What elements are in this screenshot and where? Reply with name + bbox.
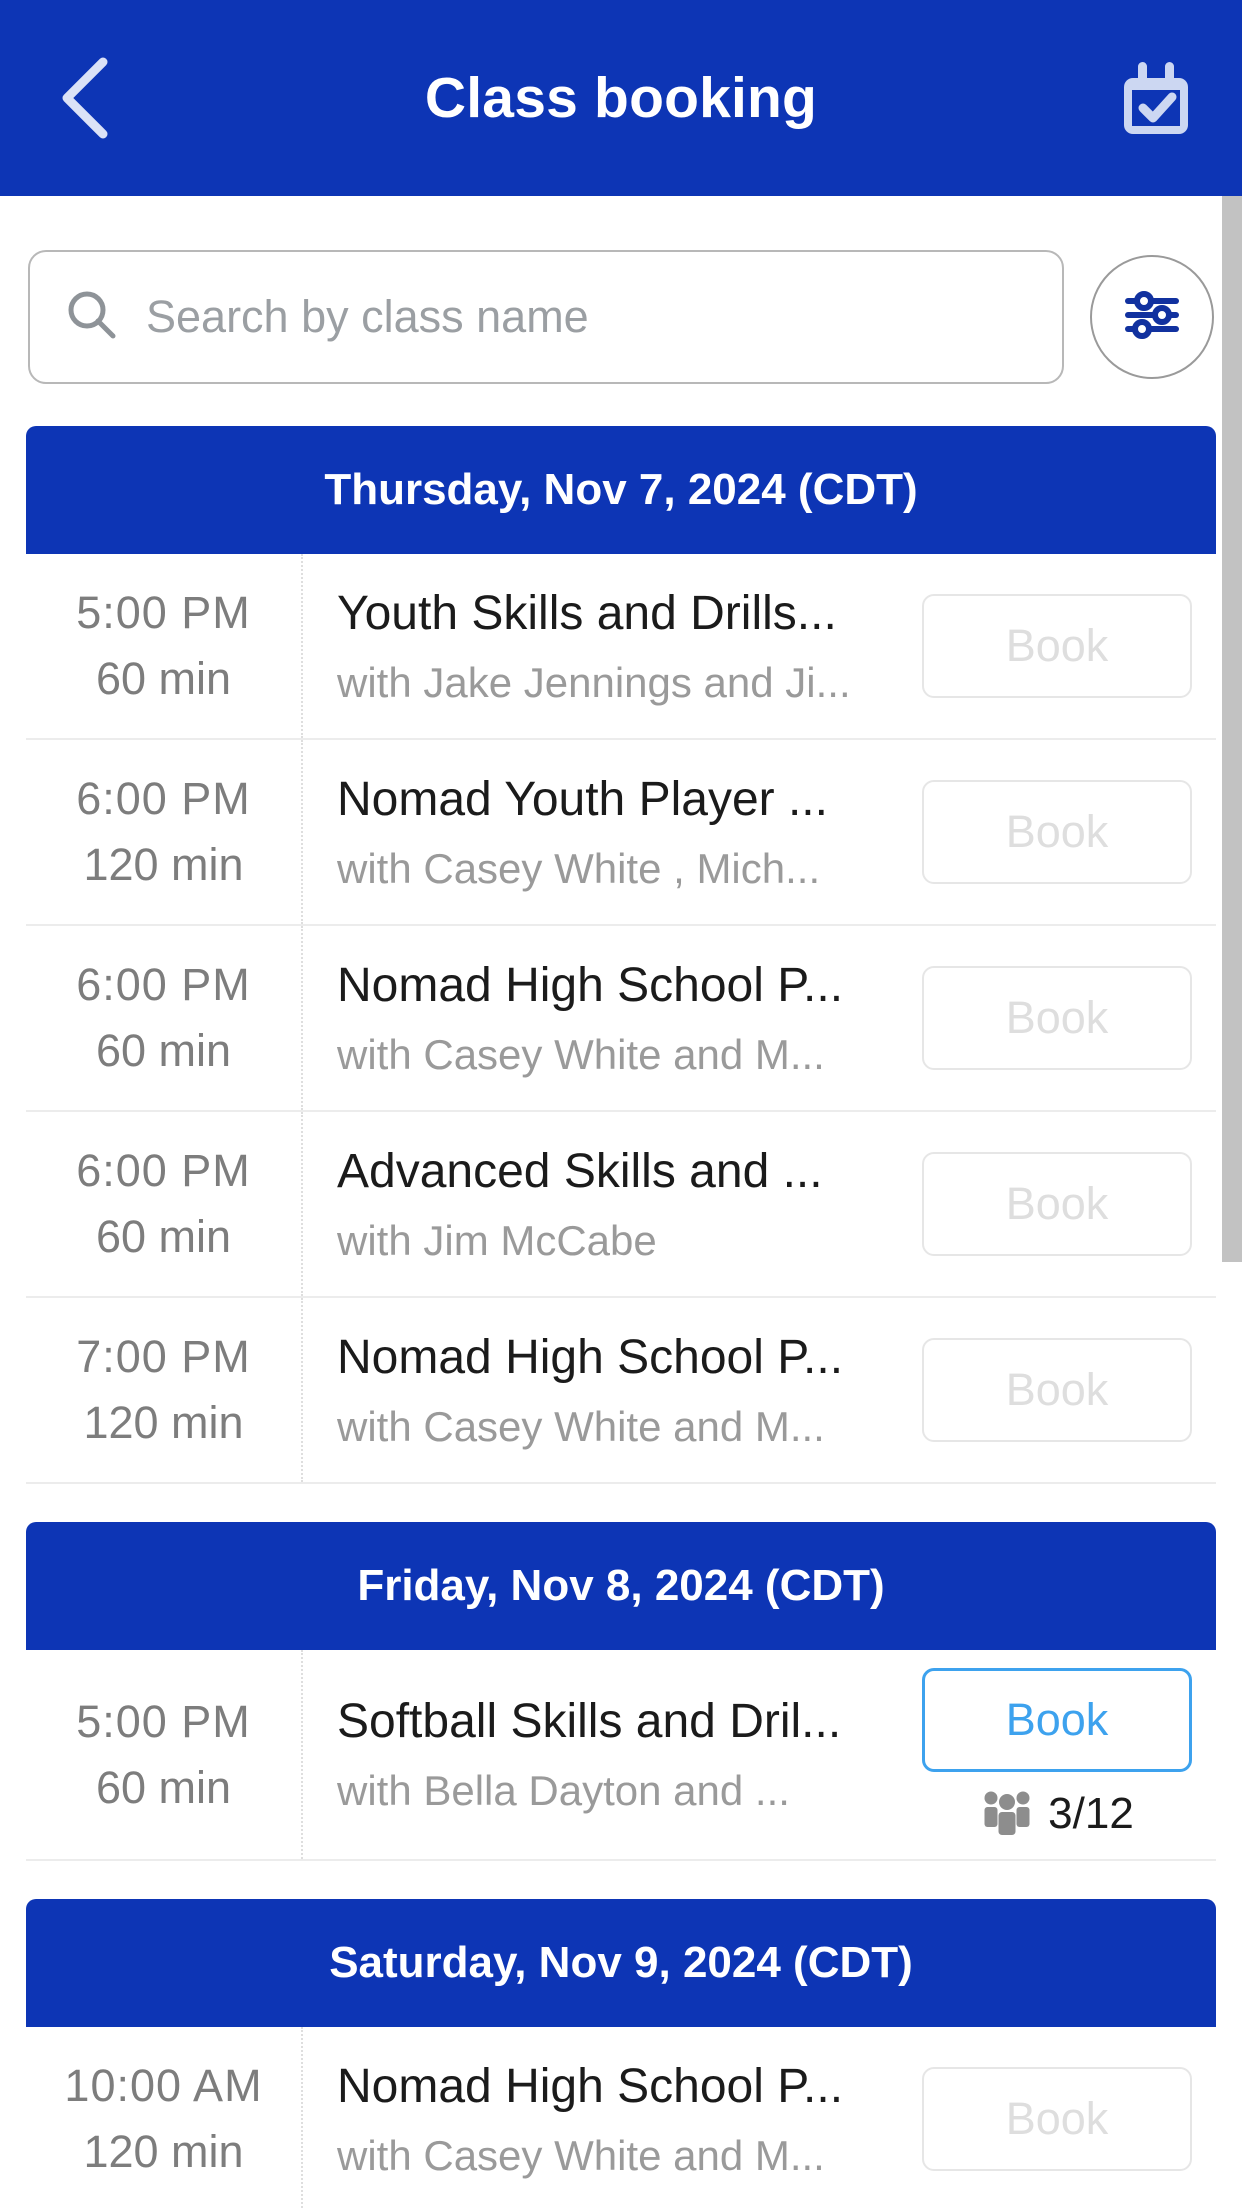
class-start-time: 6:00 PM [76,959,251,1010]
book-button: Book [922,1338,1192,1442]
search-placeholder: Search by class name [146,291,589,342]
chevron-left-icon [55,54,113,142]
class-duration: 60 min [95,653,232,704]
class-action-cell: Book [916,740,1216,924]
class-duration: 60 min [95,1211,232,1262]
book-button: Book [922,594,1192,698]
class-action-cell: Book 3/12 [916,1650,1216,1859]
class-instructors: with Casey White and M... [337,1030,825,1078]
class-row[interactable]: 7:00 PM 120 min Nomad High School P... with… [26,1298,1216,1484]
people-group-icon [980,1786,1034,1841]
class-action-cell: Book [916,1112,1216,1296]
class-start-time: 5:00 PM [76,1695,251,1747]
class-row[interactable]: 6:00 PM 60 min Advanced Skills and ... with… [26,1112,1216,1298]
day-section: Thursday, Nov 7, 2024 (CDT) 5:00 PM 60 min… [26,426,1216,1484]
book-button[interactable]: Book [922,1668,1192,1772]
class-time-cell: 6:00 PM 120 min [26,740,303,924]
class-row[interactable]: 6:00 PM 120 min Nomad Youth Player ... with… [26,740,1216,926]
class-time-cell: 7:00 PM 120 min [26,1298,303,1482]
class-duration: 60 min [95,1761,232,1813]
day-section: Saturday, Nov 9, 2024 (CDT) 10:00 AM 120 m… [26,1899,1216,2208]
class-booking-screen: Class booking Search by class name Thurs… [0,0,1242,2208]
day-header: Friday, Nov 8, 2024 (CDT) [26,1522,1216,1650]
filter-button[interactable] [1090,255,1214,379]
day-header: Thursday, Nov 7, 2024 (CDT) [26,426,1216,554]
class-info-cell: Softball Skills and Dril... with Bella Da… [303,1650,916,1859]
class-title: Nomad Youth Player ... [337,772,828,826]
class-info-cell: Advanced Skills and ... with Jim McCabe [303,1112,916,1296]
class-instructors: with Bella Dayton and ... [337,1767,790,1814]
page-title: Class booking [424,66,818,130]
class-instructors: with Jim McCabe [337,1216,657,1264]
day-rows: 5:00 PM 60 min Softball Skills and Dril...… [26,1650,1216,1861]
class-start-time: 6:00 PM [76,1145,251,1196]
class-instructors: with Jake Jennings and Ji... [337,658,851,706]
search-input[interactable]: Search by class name [28,250,1064,384]
class-info-cell: Nomad High School P... with Casey White a… [303,1298,916,1482]
class-time-cell: 6:00 PM 60 min [26,1112,303,1296]
class-info-cell: Nomad High School P... with Casey White a… [303,2027,916,2208]
class-info-cell: Nomad Youth Player ... with Casey White ,… [303,740,916,924]
search-icon [64,287,120,348]
class-duration: 120 min [83,2126,244,2177]
class-instructors: with Casey White , Mich... [337,844,821,892]
class-title: Youth Skills and Drills... [337,586,837,640]
class-instructors: with Casey White and M... [337,2131,825,2179]
class-start-time: 10:00 AM [64,2060,263,2111]
class-schedule-list: Thursday, Nov 7, 2024 (CDT) 5:00 PM 60 min… [0,384,1242,2208]
class-duration: 120 min [83,839,244,890]
class-row[interactable]: 5:00 PM 60 min Softball Skills and Dril...… [26,1650,1216,1861]
class-title: Nomad High School P... [337,2059,844,2113]
class-row[interactable]: 5:00 PM 60 min Youth Skills and Drills... w… [26,554,1216,740]
book-button: Book [922,966,1192,1070]
class-info-cell: Nomad High School P... with Casey White a… [303,926,916,1110]
book-button: Book [922,780,1192,884]
search-row: Search by class name [0,196,1242,384]
class-time-cell: 6:00 PM 60 min [26,926,303,1110]
class-time-cell: 5:00 PM 60 min [26,554,303,738]
class-start-time: 5:00 PM [76,587,251,638]
class-instructors: with Casey White and M... [337,1402,825,1450]
class-action-cell: Book [916,926,1216,1110]
back-button[interactable] [40,54,128,142]
class-duration: 120 min [83,1397,244,1448]
class-action-cell: Book [916,1298,1216,1482]
class-row[interactable]: 6:00 PM 60 min Nomad High School P... with … [26,926,1216,1112]
class-title: Softball Skills and Dril... [337,1695,842,1748]
class-title: Nomad High School P... [337,1330,844,1384]
capacity-count: 3/12 [1048,1788,1134,1838]
class-info-cell: Youth Skills and Drills... with Jake Jenn… [303,554,916,738]
book-button: Book [922,2067,1192,2171]
scrollbar-thumb[interactable] [1222,196,1242,1262]
day-header: Saturday, Nov 9, 2024 (CDT) [26,1899,1216,2027]
class-title: Advanced Skills and ... [337,1144,823,1198]
app-header: Class booking [0,0,1242,196]
class-action-cell: Book [916,2027,1216,2208]
day-section: Friday, Nov 8, 2024 (CDT) 5:00 PM 60 min So… [26,1522,1216,1861]
day-rows: 10:00 AM 120 min Nomad High School P... wit… [26,2027,1216,2208]
class-duration: 60 min [95,1025,232,1076]
calendar-check-button[interactable] [1110,52,1202,144]
book-button: Book [922,1152,1192,1256]
class-time-cell: 5:00 PM 60 min [26,1650,303,1859]
class-row[interactable]: 10:00 AM 120 min Nomad High School P... wit… [26,2027,1216,2208]
class-time-cell: 10:00 AM 120 min [26,2027,303,2208]
class-action-cell: Book [916,554,1216,738]
sliders-filter-icon [1120,283,1184,352]
calendar-check-icon [1112,52,1200,145]
class-start-time: 7:00 PM [76,1331,251,1382]
class-start-time: 6:00 PM [76,773,251,824]
class-title: Nomad High School P... [337,958,844,1012]
class-capacity: 3/12 [980,1786,1134,1841]
day-rows: 5:00 PM 60 min Youth Skills and Drills... w… [26,554,1216,1484]
